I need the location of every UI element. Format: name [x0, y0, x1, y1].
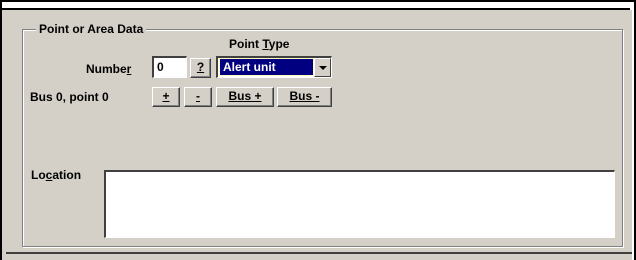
bottom-divider [6, 252, 632, 254]
dropdown-arrow-icon [319, 66, 327, 70]
help-button[interactable]: ? [190, 58, 211, 78]
groupbox-title: Point or Area Data [36, 21, 147, 37]
location-label: Location [31, 168, 82, 182]
bus-plus-button[interactable]: Bus + [216, 87, 274, 107]
bus-point-status: Bus 0, point 0 [30, 90, 109, 104]
point-minus-button[interactable]: - [184, 87, 212, 107]
point-type-dropdown-button[interactable] [314, 58, 331, 77]
top-strip [2, 2, 630, 10]
bus-minus-button[interactable]: Bus - [277, 87, 332, 107]
point-type-label: Point Type [229, 37, 290, 51]
point-type-value: Alert unit [219, 58, 314, 76]
number-label: Number [86, 62, 132, 76]
point-type-select[interactable]: Alert unit [216, 56, 332, 78]
number-input[interactable]: 0 [152, 56, 187, 78]
point-plus-button[interactable]: + [152, 87, 180, 107]
location-textarea[interactable] [104, 170, 615, 238]
